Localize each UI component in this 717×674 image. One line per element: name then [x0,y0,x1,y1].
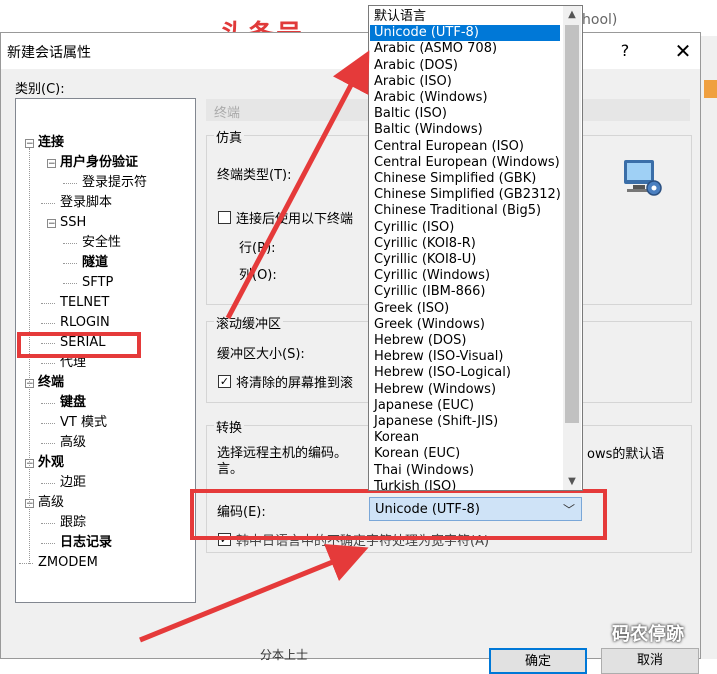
arrow-to-encoding [139,543,369,643]
watermark: 码农停跡 [612,624,684,645]
background-bottom-text: 分本上士 [260,648,309,662]
annotation-arrows [139,50,370,643]
arrow-to-dropdown [225,50,370,320]
